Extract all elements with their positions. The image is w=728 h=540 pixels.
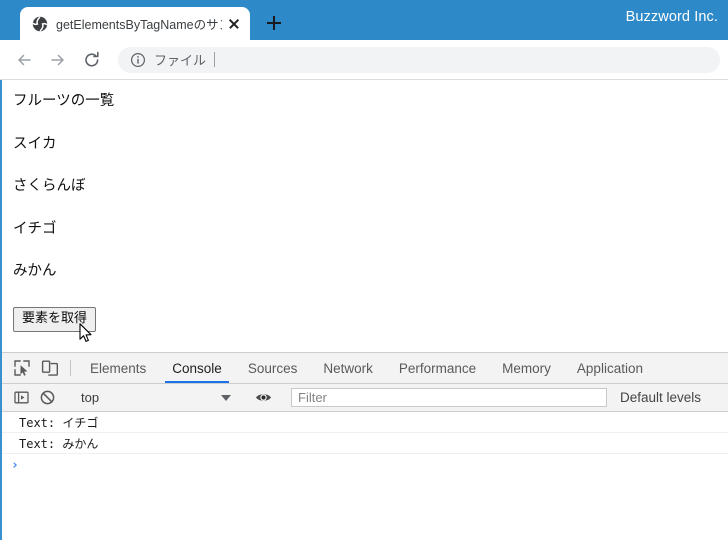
page-content: フルーツの一覧 スイカ さくらんぼ イチゴ みかん 要素を取得 — [2, 80, 728, 332]
reload-button[interactable] — [78, 46, 106, 74]
reload-icon — [82, 50, 102, 70]
console-context-label: top — [81, 390, 100, 405]
device-toolbar-icon — [41, 359, 59, 377]
console-filter-placeholder: Filter — [298, 390, 327, 405]
prompt-chevron-icon: › — [11, 457, 19, 473]
clear-console-icon — [40, 390, 55, 405]
device-toolbar-button[interactable] — [36, 353, 64, 383]
console-message-row: Text: イチゴ — [2, 412, 728, 433]
title-bar: getElementsByTagNameのサンプル Buzzword Inc. — [0, 0, 728, 40]
tab-performance[interactable]: Performance — [386, 353, 489, 383]
get-elements-button[interactable]: 要素を取得 — [13, 306, 97, 332]
page-heading: フルーツの一覧 — [13, 93, 115, 109]
address-bar-separator — [214, 52, 216, 67]
tab-label: Sources — [247, 360, 298, 376]
chevron-down-icon — [221, 394, 231, 401]
console-message-text: Text: みかん — [19, 436, 99, 451]
clear-console-button[interactable] — [34, 390, 60, 405]
forward-button[interactable] — [44, 46, 72, 74]
toolbar-divider — [70, 360, 71, 376]
console-sidebar-button[interactable] — [8, 390, 34, 405]
tab-console[interactable]: Console — [159, 353, 235, 383]
tab-label: Performance — [398, 360, 477, 376]
inspect-element-button[interactable] — [8, 353, 36, 383]
browser-tab[interactable]: getElementsByTagNameのサンプル — [20, 7, 250, 40]
browser-toolbar: ファイル — [0, 40, 728, 80]
console-levels-label: Default levels — [620, 390, 702, 405]
tab-network[interactable]: Network — [310, 353, 386, 383]
window-brand-label: Buzzword Inc. — [625, 9, 718, 25]
devtools-panel: Elements Console Sources Network Perform… — [0, 352, 728, 540]
tab-memory[interactable]: Memory — [489, 353, 564, 383]
list-item: さくらんぼ — [13, 178, 86, 194]
console-filter-input[interactable]: Filter — [291, 388, 607, 407]
console-prompt[interactable]: › — [2, 454, 728, 476]
list-item: みかん — [13, 263, 57, 279]
tab-title: getElementsByTagNameのサンプル — [56, 18, 222, 32]
tab-label: Elements — [90, 360, 147, 376]
tab-sources[interactable]: Sources — [235, 353, 311, 383]
console-context-selector[interactable]: top — [73, 388, 237, 408]
new-tab-button[interactable] — [260, 9, 288, 37]
console-sidebar-icon — [13, 390, 29, 405]
arrow-left-icon — [14, 50, 34, 70]
tab-elements[interactable]: Elements — [77, 353, 159, 383]
back-button[interactable] — [10, 46, 38, 74]
console-levels-selector[interactable]: Default levels — [620, 390, 701, 405]
list-item: イチゴ — [13, 220, 57, 237]
globe-icon — [32, 16, 48, 32]
tab-label: Memory — [502, 360, 551, 376]
arrow-right-icon — [48, 50, 68, 70]
tab-strip: getElementsByTagNameのサンプル — [0, 0, 288, 40]
tab-application[interactable]: Application — [564, 353, 656, 383]
close-icon[interactable] — [226, 16, 242, 32]
info-circle-icon — [130, 52, 146, 68]
tab-label: Network — [323, 360, 373, 376]
console-output: Text: イチゴ Text: みかん › — [2, 412, 728, 538]
list-item: スイカ — [13, 135, 57, 152]
live-expression-button[interactable] — [250, 390, 276, 405]
address-bar[interactable]: ファイル — [118, 46, 720, 73]
console-toolbar: top Filter Default levels — [2, 384, 728, 412]
console-message-row: Text: みかん — [2, 433, 728, 454]
console-message-text: Text: イチゴ — [19, 415, 99, 430]
tab-label: Console — [172, 360, 222, 376]
tab-label: Application — [576, 360, 643, 376]
browser-window: getElementsByTagNameのサンプル Buzzword Inc. — [0, 0, 728, 540]
inspect-element-icon — [13, 359, 31, 377]
address-bar-text: ファイル — [154, 53, 207, 68]
live-expression-eye-icon — [255, 390, 272, 405]
devtools-tabbar: Elements Console Sources Network Perform… — [2, 352, 728, 384]
page-viewport: フルーツの一覧 スイカ さくらんぼ イチゴ みかん 要素を取得 — [0, 80, 728, 352]
